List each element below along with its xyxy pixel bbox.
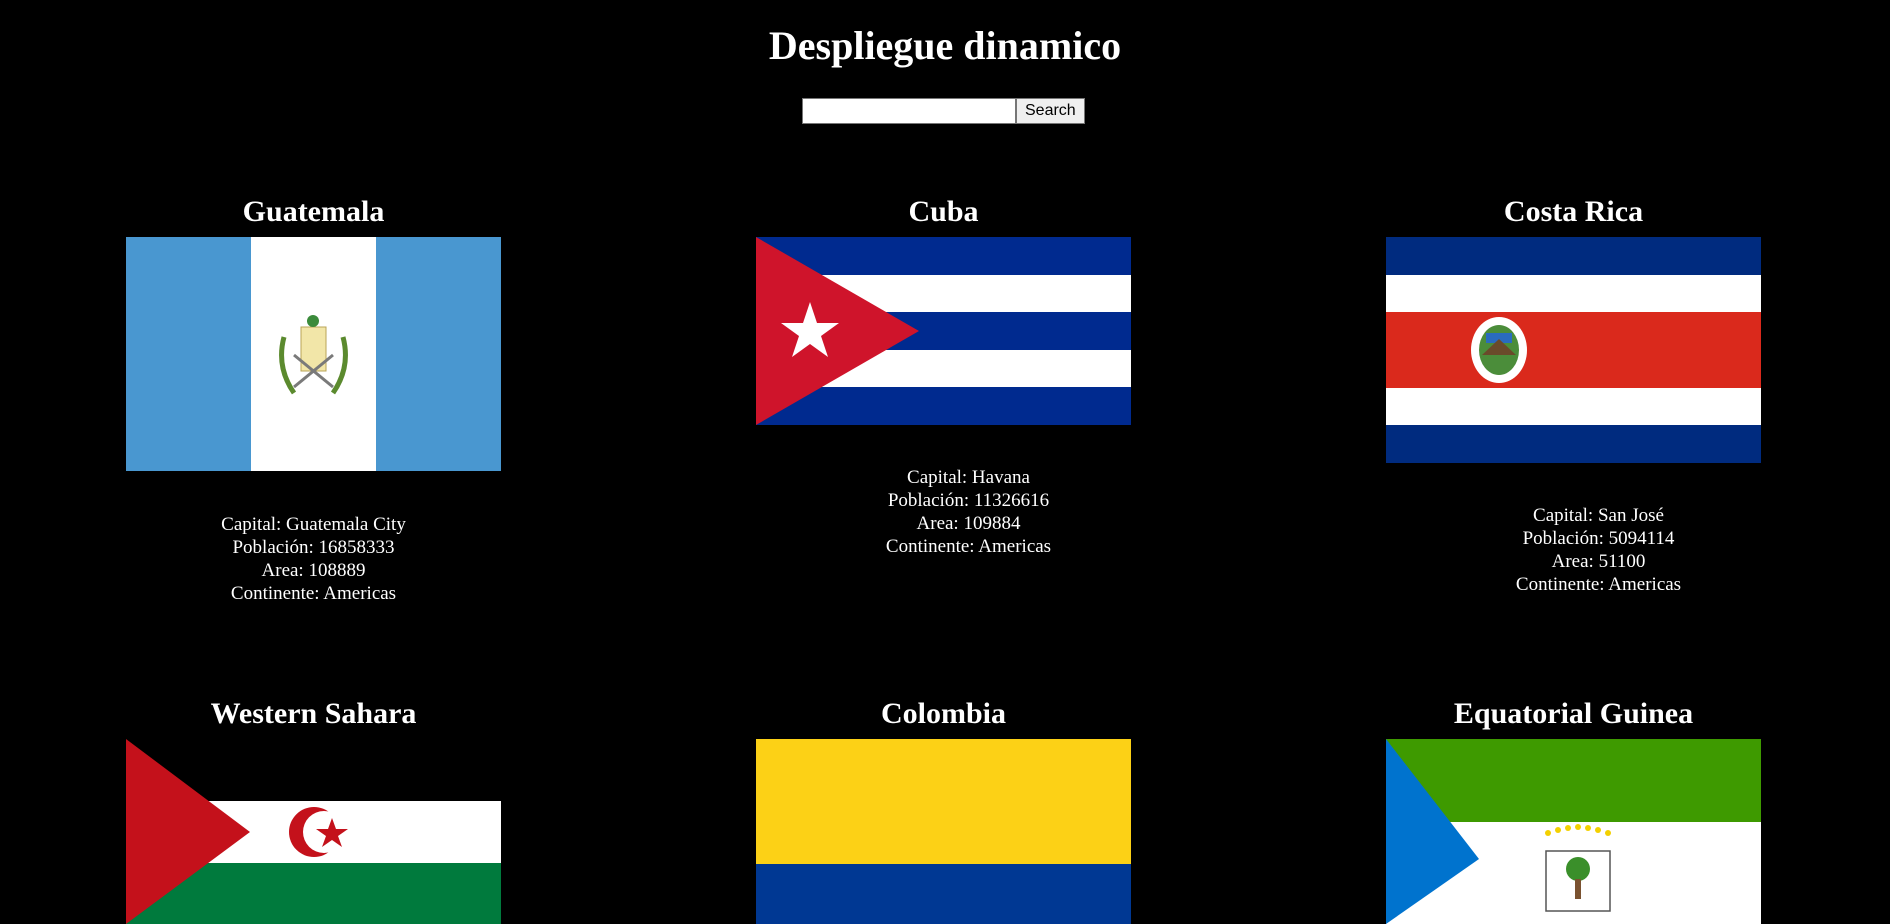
search-input[interactable] <box>802 98 1016 124</box>
colombia-flag-icon <box>756 739 1131 924</box>
country-card: Cuba Capital: Havana Población: 11326616… <box>756 194 1131 557</box>
country-info: Capital: San José Población: 5094114 Are… <box>1411 504 1786 596</box>
population-text: Población: 5094114 <box>1522 528 1675 549</box>
country-card: Colombia <box>756 696 1131 924</box>
equatorial-guinea-flag-icon <box>1386 739 1761 924</box>
costa-rica-flag-icon <box>1386 237 1761 463</box>
country-card: Western Sahara <box>126 696 501 924</box>
capital-text: Capital: San José <box>1533 505 1664 526</box>
western-sahara-flag-icon <box>126 739 501 924</box>
cuba-flag-icon <box>756 237 1131 425</box>
country-card: Equatorial Guinea <box>1386 696 1761 924</box>
area-text: Area: 51100 <box>1551 551 1646 572</box>
country-name: Western Sahara <box>210 697 417 730</box>
country-name: Costa Rica <box>1503 195 1644 228</box>
country-name: Colombia <box>880 697 1006 730</box>
country-info: Capital: Guatemala City Población: 16858… <box>126 513 501 605</box>
guatemala-flag-icon <box>126 237 501 471</box>
country-info: Capital: Havana Población: 11326616 Area… <box>781 466 1156 558</box>
continent-text: Continente: Americas <box>1515 574 1682 595</box>
country-card: Costa Rica Capital: San José Población: … <box>1386 194 1761 595</box>
country-name: Guatemala <box>242 195 385 228</box>
country-name: Equatorial Guinea <box>1453 697 1694 730</box>
country-card: Guatemala Capital: Guatemala City Poblac… <box>126 194 501 604</box>
area-text: Area: 109884 <box>916 513 1021 534</box>
population-text: Población: 16858333 <box>232 537 395 558</box>
continent-text: Continente: Americas <box>230 583 397 604</box>
capital-text: Capital: Guatemala City <box>221 514 406 535</box>
search-bar: Search <box>802 98 1085 124</box>
capital-text: Capital: Havana <box>907 467 1030 488</box>
continent-text: Continente: Americas <box>885 536 1052 557</box>
search-button[interactable]: Search <box>1016 98 1085 124</box>
area-text: Area: 108889 <box>261 560 366 581</box>
population-text: Población: 11326616 <box>887 490 1050 511</box>
page-title: Despliegue dinamico <box>768 23 1122 68</box>
country-name: Cuba <box>908 195 979 228</box>
